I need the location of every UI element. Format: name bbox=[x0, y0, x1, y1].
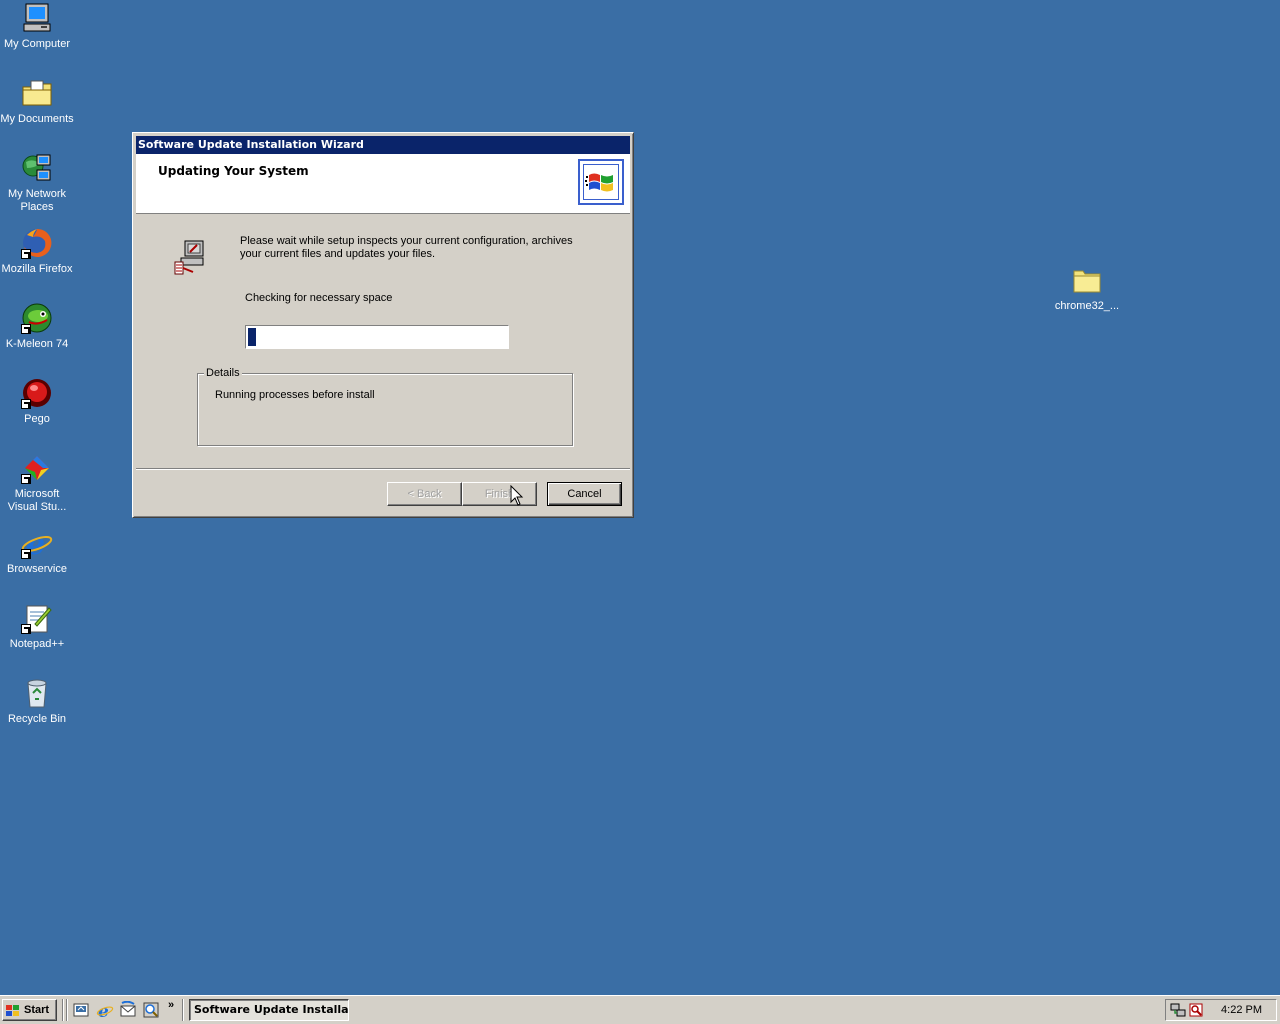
wizard-header: Updating Your System bbox=[136, 154, 630, 214]
desktop-icon-label: Mozilla Firefox bbox=[1, 263, 73, 275]
desktop-icon-label: Recycle Bin bbox=[7, 713, 67, 725]
desktop-icon-mozilla-firefox[interactable]: Mozilla Firefox bbox=[0, 227, 74, 276]
taskbar-separator bbox=[182, 999, 184, 1021]
internet-explorer-icon: e bbox=[21, 527, 53, 562]
shortcut-arrow-icon bbox=[21, 474, 31, 484]
network-tray-icon[interactable] bbox=[1170, 1002, 1186, 1018]
installation-wizard-window: Software Update Installation Wizard Upda… bbox=[132, 132, 634, 518]
window-titlebar[interactable]: Software Update Installation Wizard bbox=[136, 136, 630, 154]
my-documents-icon bbox=[21, 77, 53, 109]
progress-status-text: Checking for necessary space bbox=[245, 292, 393, 304]
desktop-icon-pego[interactable]: Pego bbox=[0, 377, 74, 426]
recycle-bin-icon bbox=[21, 677, 53, 709]
shortcut-arrow-icon bbox=[21, 324, 31, 334]
wizard-header-title: Updating Your System bbox=[158, 164, 309, 178]
desktop-icon-label: chrome32_... bbox=[1054, 300, 1120, 312]
desktop-icon-label: Pego bbox=[24, 413, 50, 425]
desktop-icon-label: My Documents bbox=[0, 113, 74, 125]
desktop-icon-my-documents[interactable]: My Documents bbox=[0, 77, 74, 126]
taskbar-separator bbox=[66, 999, 68, 1021]
network-places-icon bbox=[21, 152, 53, 184]
windows-logo-icon bbox=[578, 159, 624, 205]
details-text: Running processes before install bbox=[215, 389, 375, 401]
desktop-icon-label: K-Meleon 74 bbox=[5, 338, 69, 350]
desktop-icon-notepad-plus-plus[interactable]: Notepad++ bbox=[0, 602, 74, 651]
system-tray: 4:22 PM bbox=[1165, 999, 1277, 1021]
desktop-icon-label: My Computer bbox=[3, 38, 71, 50]
shortcut-arrow-icon bbox=[21, 399, 31, 409]
desktop-icon-k-meleon[interactable]: K-Meleon 74 bbox=[0, 302, 74, 351]
shortcut-arrow-icon bbox=[21, 249, 31, 259]
pego-icon bbox=[21, 377, 53, 409]
media-icon[interactable] bbox=[142, 1001, 160, 1019]
desktop-icon-my-network-places[interactable]: My Network Places bbox=[0, 152, 74, 214]
details-legend: Details bbox=[204, 367, 242, 379]
wizard-message-line-2: your current files and updates your file… bbox=[240, 248, 436, 260]
taskbar-separator bbox=[62, 999, 64, 1021]
k-meleon-icon bbox=[21, 302, 53, 334]
clock[interactable]: 4:22 PM bbox=[1221, 1004, 1262, 1016]
wizard-message-line-1: Please wait while setup inspects your cu… bbox=[240, 235, 573, 247]
desktop-icon-label: Notepad++ bbox=[9, 638, 65, 650]
windows-flag-icon bbox=[6, 1004, 20, 1016]
folder-icon bbox=[1071, 264, 1103, 296]
show-desktop-icon[interactable] bbox=[72, 1001, 90, 1019]
desktop-icon-recycle-bin[interactable]: Recycle Bin bbox=[0, 677, 74, 726]
finish-button[interactable]: Finish bbox=[462, 482, 537, 506]
start-label: Start bbox=[24, 1004, 50, 1016]
quick-launch-more-button[interactable]: » bbox=[168, 999, 174, 1011]
progress-bar bbox=[245, 325, 509, 349]
firefox-icon bbox=[21, 227, 53, 259]
update-tray-icon[interactable] bbox=[1188, 1002, 1204, 1018]
desktop-icon-visual-studio[interactable]: Microsoft Visual Stu... bbox=[0, 452, 74, 514]
desktop-icon-chrome32-folder[interactable]: chrome32_... bbox=[1050, 264, 1124, 313]
setup-computer-icon bbox=[171, 238, 211, 278]
internet-explorer-icon[interactable]: e bbox=[96, 1001, 114, 1022]
desktop-icon-browservice[interactable]: e Browservice bbox=[0, 527, 74, 576]
my-computer-icon bbox=[21, 2, 53, 34]
notepad-plus-plus-icon bbox=[21, 602, 53, 634]
window-title: Software Update Installation Wizard bbox=[138, 138, 364, 151]
desktop-icon-label: Microsoft Visual Stu... bbox=[7, 488, 67, 513]
start-button[interactable]: Start bbox=[2, 999, 57, 1021]
cancel-button[interactable]: Cancel bbox=[547, 482, 622, 506]
desktop-icon-label: Browservice bbox=[7, 563, 67, 575]
button-separator bbox=[136, 468, 630, 470]
mouse-cursor-icon bbox=[510, 484, 524, 507]
outlook-express-icon[interactable] bbox=[119, 1000, 137, 1019]
back-button[interactable]: < Back bbox=[387, 482, 462, 506]
wizard-message: Please wait while setup inspects your cu… bbox=[240, 235, 590, 261]
taskbar: Start e » Software Update Installa... 4:… bbox=[0, 995, 1280, 1024]
taskbar-button-wizard[interactable]: Software Update Installa... bbox=[189, 999, 349, 1021]
desktop-icon-my-computer[interactable]: My Computer bbox=[0, 2, 74, 51]
progress-bar-fill bbox=[248, 328, 256, 346]
shortcut-arrow-icon bbox=[21, 549, 31, 559]
desktop-icon-label: My Network Places bbox=[7, 188, 67, 213]
visual-studio-icon bbox=[21, 452, 53, 484]
shortcut-arrow-icon bbox=[21, 624, 31, 634]
details-groupbox: Details Running processes before install bbox=[197, 367, 573, 446]
